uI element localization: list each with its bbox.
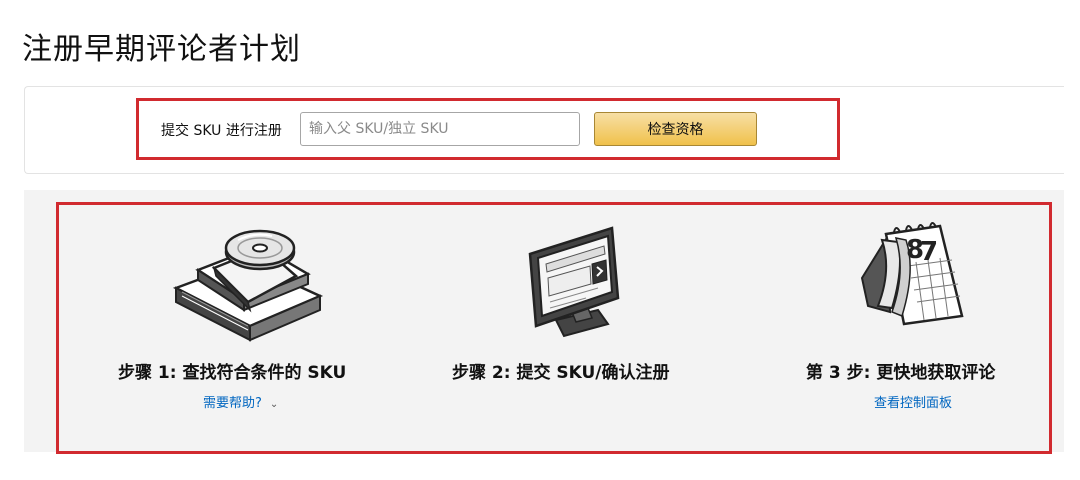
check-eligibility-button[interactable]: 检查资格: [594, 112, 757, 146]
view-dashboard-link[interactable]: 查看控制面板: [874, 392, 952, 411]
page-title: 注册早期评论者计划: [22, 32, 301, 67]
chevron-down-icon: ⌄: [269, 399, 279, 410]
step-1-title: 步骤 1: 查找符合条件的 SKU: [118, 363, 347, 383]
calendar-icon: 8 7: [858, 220, 968, 328]
need-help-label: 需要帮助?: [203, 396, 262, 411]
step-3-title: 第 3 步: 更快地获取评论: [806, 363, 996, 383]
svg-text:7: 7: [920, 237, 938, 267]
monitor-icon: [526, 224, 622, 342]
step-2-title: 步骤 2: 提交 SKU/确认注册: [452, 363, 670, 383]
sku-input[interactable]: [300, 112, 580, 146]
need-help-link[interactable]: 需要帮助? ⌄: [203, 392, 278, 411]
register-label: 提交 SKU 进行注册: [161, 123, 282, 139]
books-disc-icon: [168, 218, 328, 342]
